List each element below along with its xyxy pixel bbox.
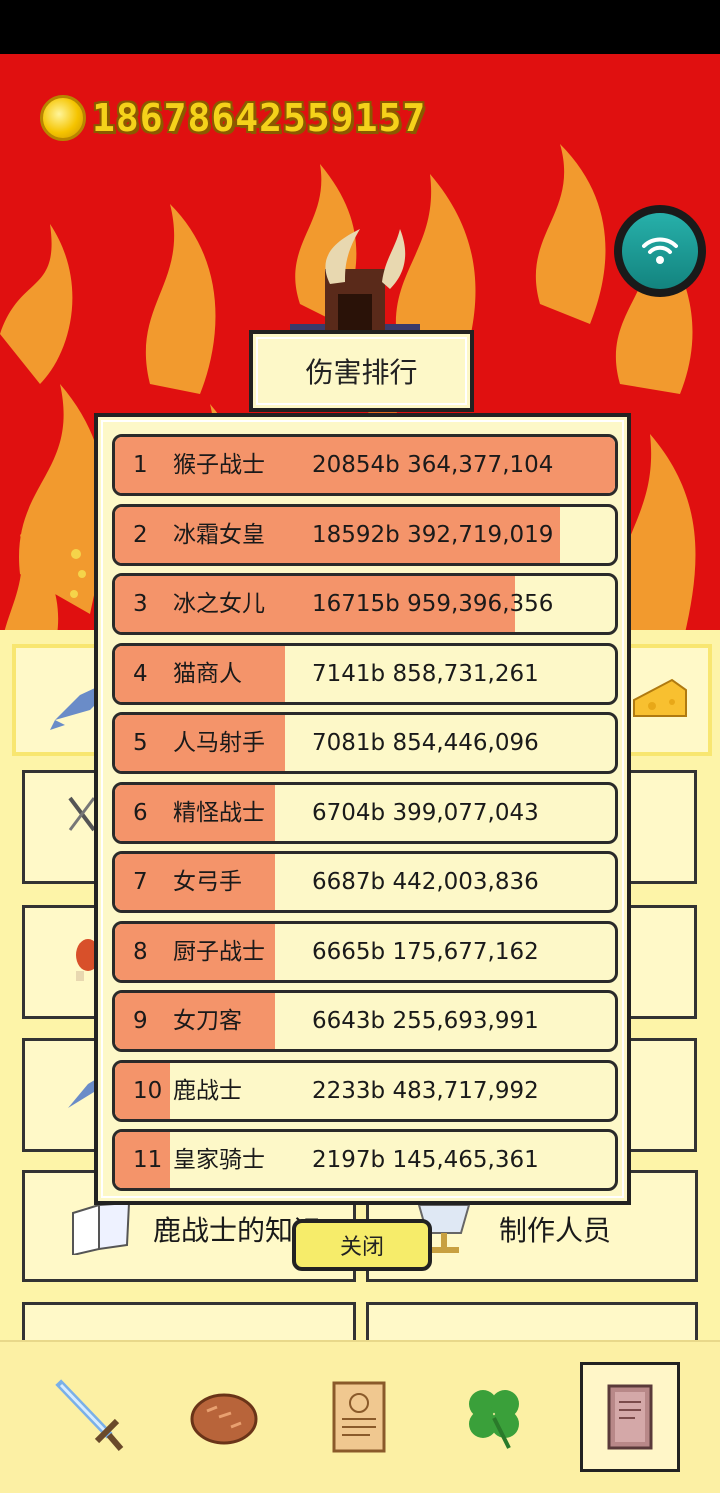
damage-value: 2197b 145,465,361 xyxy=(312,1147,539,1173)
wifi-button-face xyxy=(622,213,698,289)
status-bar xyxy=(0,0,720,54)
damage-value: 18592b 392,719,019 xyxy=(312,521,554,548)
ranking-row: 1 猴子战士 20854b 364,377,104 xyxy=(112,434,618,496)
sword-icon xyxy=(55,1379,124,1451)
hero-name: 厨子战士 xyxy=(173,938,265,965)
nav-bread[interactable] xyxy=(174,1362,274,1472)
close-button[interactable]: 关闭 xyxy=(292,1219,432,1271)
coin-counter: 18678642559157 xyxy=(40,92,426,144)
ranking-row: 6 精怪战士 6704b 399,077,043 xyxy=(112,781,618,844)
hero-name: 人马射手 xyxy=(173,730,265,756)
nav-clover[interactable] xyxy=(444,1362,544,1472)
damage-value: 6704b 399,077,043 xyxy=(312,799,539,826)
rank-number: 7 xyxy=(133,869,148,895)
ranking-row: 2 冰霜女皇 18592b 392,719,019 xyxy=(112,503,618,566)
credits-label: 制作人员 xyxy=(499,1214,612,1247)
dialog-title: 伤害排行 xyxy=(249,330,474,412)
damage-value: 6665b 175,677,162 xyxy=(312,938,539,965)
ranking-row: 3 冰之女儿 16715b 959,396,356 xyxy=(112,573,618,635)
hero-name: 女刀客 xyxy=(173,1008,242,1034)
rank-number: 8 xyxy=(133,938,148,965)
hero-name: 女弓手 xyxy=(173,869,242,895)
hero-name: 冰霜女皇 xyxy=(173,521,265,548)
rank-number: 1 xyxy=(133,452,148,478)
damage-value: 2233b 483,717,992 xyxy=(312,1077,539,1104)
ranking-row: 7 女弓手 6687b 442,003,836 xyxy=(112,851,618,913)
bread-icon xyxy=(190,1393,258,1445)
coin-amount: 18678642559157 xyxy=(92,96,427,140)
damage-value: 6687b 442,003,836 xyxy=(312,869,539,895)
hero-name: 猫商人 xyxy=(173,660,242,687)
damage-value: 7141b 858,731,261 xyxy=(312,660,539,687)
damage-value: 7081b 854,446,096 xyxy=(312,730,539,756)
wifi-icon xyxy=(642,237,678,264)
damage-value: 16715b 959,396,356 xyxy=(312,591,554,617)
wifi-button[interactable] xyxy=(614,205,706,297)
nav-scroll[interactable] xyxy=(308,1362,408,1472)
scroll-icon xyxy=(332,1381,386,1453)
hero-name: 冰之女儿 xyxy=(173,591,265,617)
menu-card-right-2[interactable] xyxy=(625,905,697,1019)
damage-ranking-dialog: 1 猴子战士 20854b 364,377,104 2 冰霜女皇 18592b 392,7… xyxy=(94,413,631,1205)
ranking-row: 4 猫商人 7141b 858,731,261 xyxy=(112,642,618,705)
hero-name: 精怪战士 xyxy=(173,799,265,826)
ranking-row: 10 鹿战士 2233b 483,717,992 xyxy=(112,1059,618,1122)
rank-number: 4 xyxy=(133,660,148,687)
ranking-list[interactable]: 1 猴子战士 20854b 364,377,104 2 冰霜女皇 18592b 392,7… xyxy=(112,434,618,1194)
hero-name: 鹿战士 xyxy=(173,1077,242,1104)
rank-number: 10 xyxy=(133,1077,163,1104)
ranking-row: 5 人马射手 7081b 854,446,096 xyxy=(112,712,618,774)
gold-coin-icon xyxy=(40,95,86,141)
cheese-icon xyxy=(633,678,687,717)
bottom-nav xyxy=(0,1340,720,1493)
open-book-icon xyxy=(72,1201,131,1255)
damage-value: 6643b 255,693,991 xyxy=(312,1008,539,1034)
rank-number: 5 xyxy=(133,730,148,756)
ranking-row: 8 厨子战士 6665b 175,677,162 xyxy=(112,920,618,983)
nav-sword[interactable] xyxy=(40,1362,140,1472)
hero-name: 皇家骑士 xyxy=(173,1147,265,1173)
rank-number: 6 xyxy=(133,799,148,826)
rank-number: 11 xyxy=(133,1147,163,1173)
ranking-row: 11 皇家骑士 2197b 145,465,361 xyxy=(112,1129,618,1191)
damage-value: 20854b 364,377,104 xyxy=(312,452,554,478)
rank-number: 9 xyxy=(133,1008,148,1034)
rank-number: 3 xyxy=(133,591,148,617)
nav-book[interactable] xyxy=(580,1362,680,1472)
clover-icon xyxy=(469,1390,519,1449)
menu-card-right-1[interactable] xyxy=(625,770,697,884)
ranking-row: 9 女刀客 6643b 255,693,991 xyxy=(112,990,618,1052)
hero-name: 猴子战士 xyxy=(173,452,265,478)
book-icon xyxy=(607,1384,653,1450)
rank-number: 2 xyxy=(133,521,148,548)
menu-card-right-3[interactable] xyxy=(625,1038,697,1152)
game-screen: 18678642559157 鹿战士的知识 制作人员 伤害排行 1 猴子战士 2… xyxy=(0,0,720,1493)
